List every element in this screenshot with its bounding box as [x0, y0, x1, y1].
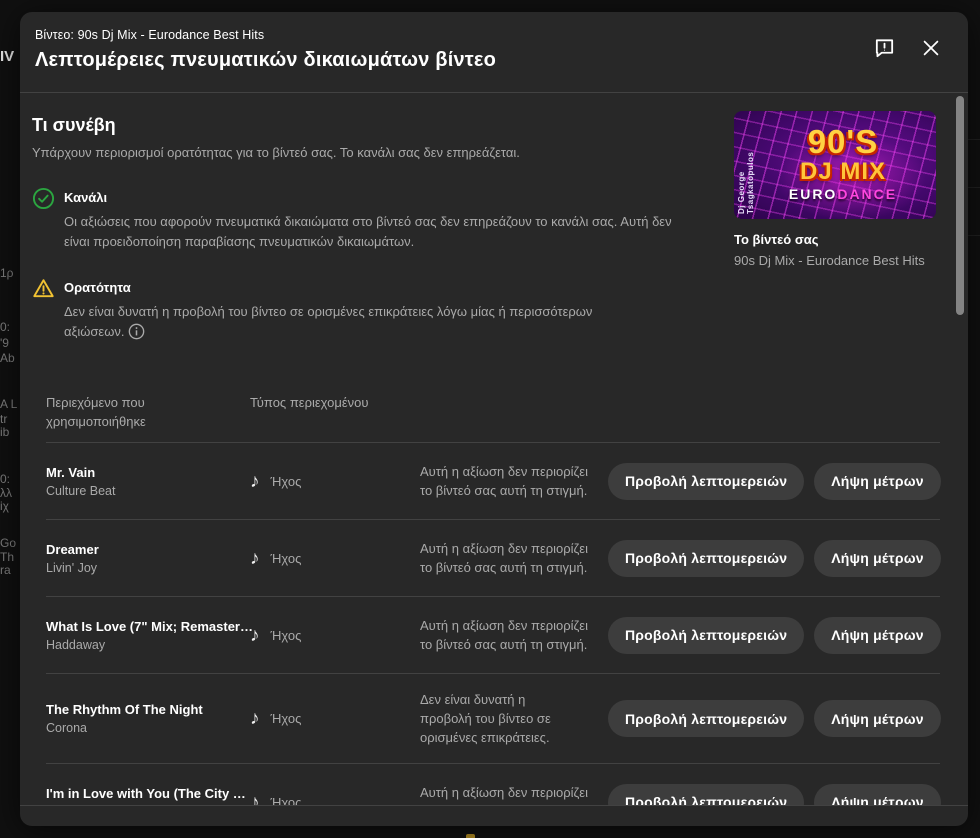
- table-row: What Is Love (7" Mix; Remaster…Haddaway …: [46, 596, 940, 673]
- bg-row-divider: [968, 139, 980, 140]
- song-artist: Livin' Joy: [46, 561, 250, 575]
- what-happened-section: Τι συνέβη Υπάρχουν περιορισμοί ορατότητα…: [20, 93, 968, 371]
- song-artist: Culture Beat: [46, 484, 250, 498]
- visibility-status-text: Δεν είναι δυνατή η προβολή του βίντεο σε…: [64, 302, 612, 346]
- song-artist: Haddaway: [46, 638, 250, 652]
- take-action-button[interactable]: Λήψη μέτρων: [814, 617, 940, 654]
- song-title: The Rhythm Of The Night: [46, 702, 250, 717]
- claim-status: Αυτή η αξίωση δεν περιορίζει το βίντεό σ…: [420, 539, 608, 577]
- bg-text-fragment: ra: [0, 563, 11, 577]
- take-action-button[interactable]: Λήψη μέτρων: [814, 784, 940, 806]
- dialog-footer: [20, 805, 968, 826]
- table-row: I'm in Love with You (The City … BKS ♪ Ήχο…: [46, 763, 940, 805]
- content-type-label: Ήχος: [271, 474, 302, 489]
- bg-text-fragment: ib: [0, 425, 9, 439]
- table-row: Mr. Vain Culture Beat ♪ Ήχος Αυτή η αξίωση…: [46, 442, 940, 519]
- visibility-status-item: Ορατότητα Δεν είναι δυνατή η προβολή του…: [32, 277, 714, 346]
- your-video-card: 90'S DJ MIX EURODANCE Dj George Tsagkato…: [734, 111, 936, 371]
- section-description: Υπάρχουν περιορισμοί ορατότητας για το β…: [32, 145, 714, 160]
- content-type-label: Ήχος: [271, 551, 302, 566]
- view-details-button[interactable]: Προβολή λεπτομερειών: [608, 617, 804, 654]
- song-artist: Corona: [46, 721, 250, 735]
- claims-table-header: Περιεχόμενο που χρησιμοποιήθηκε Τύπος πε…: [46, 393, 940, 442]
- claim-status: Αυτή η αξίωση δεν περιορίζει το βίντεό σ…: [420, 462, 608, 500]
- song-artist: BKS: [46, 805, 250, 806]
- thumbnail-text: EURODANCE: [789, 185, 897, 203]
- thumbnail-text: DJ MIX: [800, 158, 886, 186]
- bg-text-fragment: A L: [0, 397, 17, 411]
- claim-status: Δεν είναι δυνατή η προβολή του βίντεο σε…: [420, 690, 586, 747]
- video-eyebrow: Βίντεο: 90s Dj Mix - Eurodance Best Hits: [35, 28, 948, 42]
- column-header-content-type: Τύπος περιεχομένου: [250, 393, 420, 431]
- close-button[interactable]: [918, 35, 944, 61]
- bg-text-fragment: '9: [0, 336, 9, 350]
- music-note-icon: ♪: [250, 549, 260, 568]
- view-details-button[interactable]: Προβολή λεπτομερειών: [608, 784, 804, 806]
- song-title: What Is Love (7" Mix; Remaster…: [46, 619, 250, 634]
- copyright-details-dialog: Βίντεο: 90s Dj Mix - Eurodance Best Hits…: [20, 12, 968, 826]
- claim-status: Αυτή η αξίωση δεν περιορίζει το βίντεό σ…: [420, 616, 608, 654]
- send-feedback-button[interactable]: [871, 34, 898, 61]
- content-type-label: Ήχος: [271, 711, 302, 726]
- claim-status: Αυτή η αξίωση δεν περιορίζει το βίντεό σ…: [420, 783, 608, 805]
- table-row: Dreamer Livin' Joy ♪ Ήχος Αυτή η αξίωση δε…: [46, 519, 940, 596]
- check-circle-icon: [32, 187, 55, 252]
- dialog-header: Βίντεο: 90s Dj Mix - Eurodance Best Hits…: [20, 12, 968, 93]
- table-row: The Rhythm Of The Night Corona ♪ Ήχος Δεν …: [46, 673, 940, 763]
- music-note-icon: ♪: [250, 709, 260, 728]
- your-video-label: Το βίντεό σας: [734, 232, 936, 247]
- music-note-icon: ♪: [250, 793, 260, 806]
- bg-row-divider: [968, 187, 980, 188]
- bg-text-fragment: IV: [0, 48, 14, 65]
- bg-text-fragment: λλ: [0, 486, 12, 500]
- song-title: I'm in Love with You (The City …: [46, 786, 250, 801]
- take-action-button[interactable]: Λήψη μέτρων: [814, 540, 940, 577]
- channel-status-text: Οι αξιώσεις που αφορούν πνευματικά δικαι…: [64, 212, 676, 252]
- bg-text-fragment: Ab: [0, 351, 15, 365]
- view-details-button[interactable]: Προβολή λεπτομερειών: [608, 463, 804, 500]
- section-heading: Τι συνέβη: [32, 115, 714, 136]
- thumbnail-text: 90'S: [808, 126, 879, 157]
- view-details-button[interactable]: Προβολή λεπτομερειών: [608, 540, 804, 577]
- music-note-icon: ♪: [250, 472, 260, 491]
- bg-warning-tick: [466, 834, 475, 838]
- dialog-body: Τι συνέβη Υπάρχουν περιορισμοί ορατότητα…: [20, 93, 968, 805]
- thumbnail-credit: Dj George Tsagkatopulos: [737, 111, 755, 214]
- view-details-button[interactable]: Προβολή λεπτομερειών: [608, 700, 804, 737]
- content-type-label: Ήχος: [271, 628, 302, 643]
- claims-table: Περιεχόμενο που χρησιμοποιήθηκε Τύπος πε…: [46, 393, 940, 805]
- dialog-title: Λεπτομέρειες πνευματικών δικαιωμάτων βίν…: [35, 49, 948, 72]
- take-action-button[interactable]: Λήψη μέτρων: [814, 700, 940, 737]
- music-note-icon: ♪: [250, 626, 260, 645]
- channel-status-title: Κανάλι: [64, 190, 676, 205]
- visibility-status-title: Ορατότητα: [64, 280, 612, 295]
- close-icon: [920, 47, 942, 62]
- bg-text-fragment: Th: [0, 550, 14, 564]
- bg-text-fragment: iχ: [0, 499, 9, 513]
- scrollbar[interactable]: [956, 96, 964, 315]
- feedback-bubble-icon: [873, 47, 896, 62]
- bg-row-divider: [968, 235, 980, 236]
- bg-text-fragment: 1ρ: [0, 266, 14, 280]
- bg-text-fragment: Go: [0, 536, 16, 550]
- channel-status-item: Κανάλι Οι αξιώσεις που αφορούν πνευματικ…: [32, 187, 714, 252]
- song-title: Mr. Vain: [46, 465, 250, 480]
- column-header-content-used: Περιεχόμενο που χρησιμοποιήθηκε: [46, 393, 196, 431]
- video-thumbnail: 90'S DJ MIX EURODANCE Dj George Tsagkato…: [734, 111, 936, 219]
- song-title: Dreamer: [46, 542, 250, 557]
- info-icon[interactable]: [128, 323, 145, 346]
- header-actions: [871, 34, 944, 61]
- content-type-label: Ήχος: [271, 795, 302, 806]
- bg-text-fragment: tr: [0, 412, 7, 426]
- bg-text-fragment: 0:: [0, 472, 10, 486]
- your-video-title: 90s Dj Mix - Eurodance Best Hits: [734, 253, 936, 268]
- bg-text-fragment: 0:: [0, 320, 10, 334]
- warning-triangle-icon: [32, 277, 55, 346]
- take-action-button[interactable]: Λήψη μέτρων: [814, 463, 940, 500]
